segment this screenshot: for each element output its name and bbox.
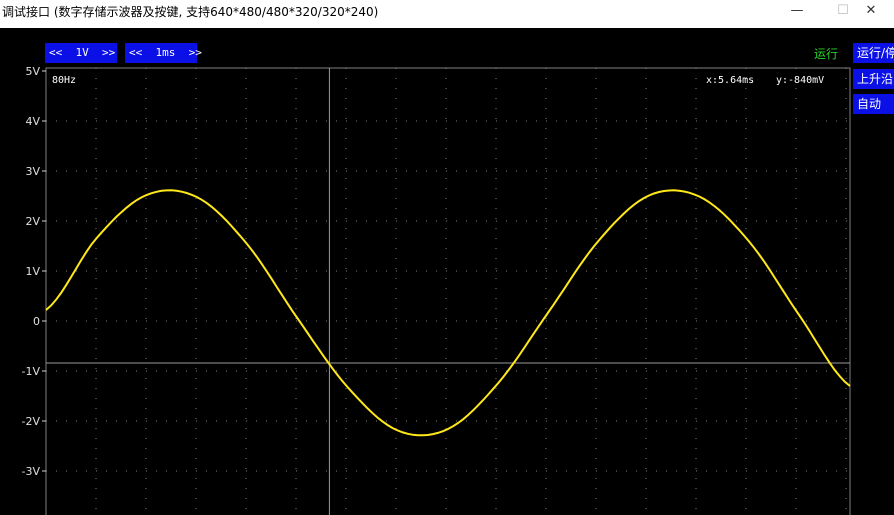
cursor-y-readout: y:-840mV xyxy=(776,75,824,86)
frequency-readout: 80Hz xyxy=(52,75,76,86)
y-tick-label: -1V xyxy=(22,365,41,378)
waveform-trace xyxy=(45,189,851,437)
run-status-label: 运行 xyxy=(814,47,839,61)
run-stop-button[interactable]: 运行/停 xyxy=(853,43,894,63)
grid xyxy=(45,67,851,515)
rising-edge-button[interactable]: 上升沿 xyxy=(853,69,894,89)
y-axis-ticks: 5V 4V 3V 2V 1V 0 -1V -2V -3V xyxy=(22,65,46,478)
y-tick-label: -3V xyxy=(22,465,41,478)
time-div-button[interactable]: << 1ms >> xyxy=(125,43,202,63)
y-tick-label: 4V xyxy=(25,115,40,128)
y-tick-label: 0 xyxy=(33,315,40,328)
y-tick-label: -2V xyxy=(22,415,41,428)
plot-frame xyxy=(45,67,851,515)
volt-div-button[interactable]: << 1V >> xyxy=(45,43,117,63)
y-tick-label: 1V xyxy=(25,265,40,278)
cursor-x-readout: x:5.64ms xyxy=(706,75,754,86)
window-titlebar: 调试接口 (数字存储示波器及按键, 支持640*480/480*320/320*… xyxy=(0,0,894,24)
waveform-plot: 5V 4V 3V 2V 1V 0 -1V -2V -3V 80Hz x:5.64ms y:-84… xyxy=(22,65,851,515)
window-title: 调试接口 (数字存储示波器及按键, 支持640*480/480*320/320*… xyxy=(2,5,379,19)
minimize-icon[interactable]: — xyxy=(774,0,820,24)
oscilloscope-screen: 5V 4V 3V 2V 1V 0 -1V -2V -3V 80Hz x:5.64ms y:-84… xyxy=(0,28,894,515)
y-tick-label: 3V xyxy=(25,165,40,178)
y-tick-label: 5V xyxy=(25,65,40,78)
close-icon[interactable]: ✕ xyxy=(848,0,894,24)
y-tick-label: 2V xyxy=(25,215,40,228)
auto-button[interactable]: 自动 xyxy=(853,94,894,114)
